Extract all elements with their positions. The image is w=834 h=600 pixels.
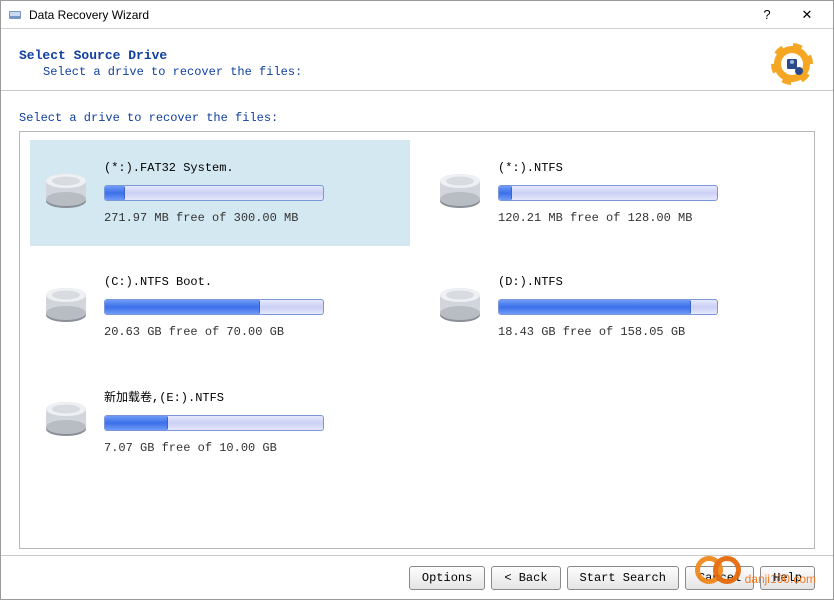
start-search-button[interactable]: Start Search — [567, 566, 679, 590]
drive-free-text: 120.21 MB free of 128.00 MB — [498, 211, 792, 225]
drive-name: (*:).FAT32 System. — [104, 161, 398, 175]
drive-name: (D:).NTFS — [498, 275, 792, 289]
options-button[interactable]: Options — [409, 566, 485, 590]
drive-name: 新加载卷,(E:).NTFS — [104, 388, 398, 405]
wizard-header: Select Source Drive Select a drive to re… — [1, 29, 833, 91]
help-button[interactable]: ? — [747, 1, 787, 29]
footer-toolbar: Options < Back Start Search Cancel Help — [1, 555, 833, 599]
app-icon — [7, 7, 23, 23]
usage-bar — [104, 299, 324, 315]
drive-free-text: 18.43 GB free of 158.05 GB — [498, 325, 792, 339]
back-button[interactable]: < Back — [491, 566, 560, 590]
usage-bar — [498, 185, 718, 201]
drive-card[interactable]: 新加载卷,(E:).NTFS 7.07 GB free of 10.00 GB — [30, 368, 410, 474]
drive-free-text: 271.97 MB free of 300.00 MB — [104, 211, 398, 225]
lifebuoy-icon — [769, 41, 815, 87]
header-heading: Select Source Drive — [19, 48, 769, 63]
hard-drive-icon — [42, 285, 90, 329]
window-title: Data Recovery Wizard — [29, 8, 747, 22]
usage-bar — [104, 415, 324, 431]
hard-drive-icon — [436, 285, 484, 329]
drive-name: (*:).NTFS — [498, 161, 792, 175]
drive-card[interactable]: (*:).FAT32 System. 271.97 MB free of 300… — [30, 140, 410, 246]
drive-name: (C:).NTFS Boot. — [104, 275, 398, 289]
usage-bar — [498, 299, 718, 315]
cancel-button[interactable]: Cancel — [685, 566, 754, 590]
drive-list: (*:).FAT32 System. 271.97 MB free of 300… — [19, 131, 815, 549]
titlebar: Data Recovery Wizard ? ✕ — [1, 1, 833, 29]
drive-card[interactable]: (C:).NTFS Boot. 20.63 GB free of 70.00 G… — [30, 254, 410, 360]
drive-card[interactable]: (D:).NTFS 18.43 GB free of 158.05 GB — [424, 254, 804, 360]
drive-free-text: 7.07 GB free of 10.00 GB — [104, 441, 398, 455]
hard-drive-icon — [42, 399, 90, 443]
hard-drive-icon — [436, 171, 484, 215]
usage-bar — [104, 185, 324, 201]
header-subtext: Select a drive to recover the files: — [43, 65, 769, 79]
drive-card[interactable]: (*:).NTFS 120.21 MB free of 128.00 MB — [424, 140, 804, 246]
instruction-text: Select a drive to recover the files: — [19, 111, 815, 125]
hard-drive-icon — [42, 171, 90, 215]
help-button[interactable]: Help — [760, 566, 815, 590]
close-button[interactable]: ✕ — [787, 1, 827, 29]
drive-free-text: 20.63 GB free of 70.00 GB — [104, 325, 398, 339]
